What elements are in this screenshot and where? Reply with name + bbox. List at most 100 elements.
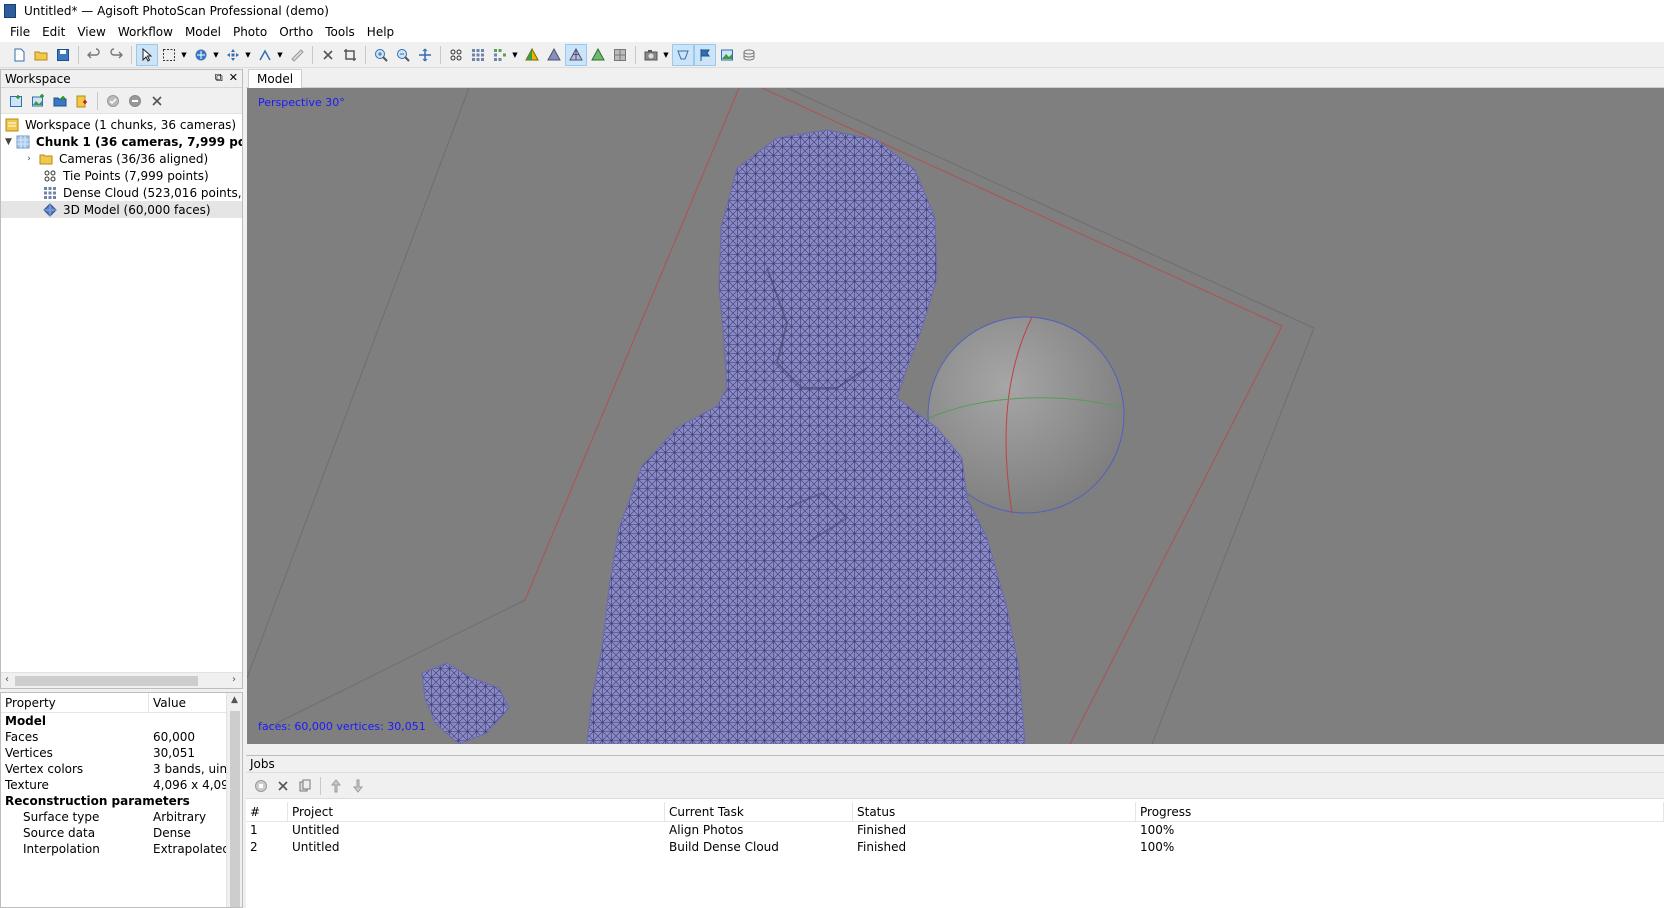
save-icon[interactable] — [52, 44, 74, 66]
menu-ortho[interactable]: Ortho — [273, 22, 319, 42]
tree-item-dense-cloud[interactable]: Dense Cloud (523,016 points, High qualit… — [1, 184, 242, 201]
show-cameras-icon[interactable] — [672, 44, 694, 66]
menu-workflow[interactable]: Workflow — [112, 22, 179, 42]
redo-icon[interactable] — [105, 44, 127, 66]
tree-item-workspace[interactable]: Workspace (1 chunks, 36 cameras) — [1, 116, 242, 133]
fit-view-icon[interactable] — [414, 44, 436, 66]
textured-icon[interactable] — [587, 44, 609, 66]
camera-icon[interactable] — [640, 44, 662, 66]
crop-icon[interactable] — [339, 44, 361, 66]
property-row[interactable]: Texture 4,096 x 4,096, 4 — [1, 777, 242, 793]
chunk-icon — [16, 135, 30, 148]
property-row[interactable]: Faces 60,000 — [1, 729, 242, 745]
move-up-icon[interactable] — [325, 775, 347, 797]
close-icon[interactable]: ✕ — [229, 71, 238, 85]
property-section[interactable]: Model — [1, 713, 242, 729]
add-chunk-icon[interactable] — [5, 90, 27, 112]
column-header-status[interactable]: Status — [853, 802, 1136, 821]
add-marker-icon[interactable] — [71, 90, 93, 112]
menu-help[interactable]: Help — [361, 22, 400, 42]
property-row[interactable]: Surface type Arbitrary — [1, 809, 242, 825]
column-header-progress[interactable]: Progress — [1136, 802, 1664, 821]
draw-icon[interactable] — [254, 44, 276, 66]
enable-icon[interactable] — [102, 90, 124, 112]
scrollbar-thumb[interactable] — [15, 676, 198, 686]
zoom-out-icon[interactable] — [392, 44, 414, 66]
job-row[interactable]: 2 Untitled Build Dense Cloud Finished 100% — [246, 839, 1664, 856]
column-header-project[interactable]: Project — [288, 802, 665, 821]
property-column-header[interactable]: Property — [1, 693, 149, 712]
delete-icon[interactable] — [317, 44, 339, 66]
column-header-number[interactable]: # — [246, 802, 288, 821]
chevron-down-icon[interactable]: ▼ — [511, 44, 519, 66]
tree-item-label: Workspace (1 chunks, 36 cameras) — [25, 117, 237, 132]
menu-tools[interactable]: Tools — [319, 22, 361, 42]
scroll-up-icon[interactable]: ▲ — [231, 695, 238, 705]
property-row[interactable]: Vertices 30,051 — [1, 745, 242, 761]
move-icon[interactable] — [222, 44, 244, 66]
scroll-right-icon[interactable]: › — [232, 674, 236, 685]
select-icon[interactable] — [136, 44, 158, 66]
chevron-down-icon[interactable]: ▼ — [662, 44, 670, 66]
chevron-down-icon[interactable]: ▼ — [276, 44, 284, 66]
points-icon[interactable] — [445, 44, 467, 66]
ruler-icon[interactable] — [286, 44, 308, 66]
menu-view[interactable]: View — [71, 22, 111, 42]
chevron-down-icon[interactable]: ▼ — [244, 44, 252, 66]
move-down-icon[interactable] — [347, 775, 369, 797]
property-row[interactable]: Interpolation Extrapolated — [1, 841, 242, 857]
collapse-arrow-icon[interactable]: ▼ — [5, 137, 12, 147]
property-row[interactable]: Vertex colors 3 bands, uint8 — [1, 761, 242, 777]
job-row[interactable]: 1 Untitled Align Photos Finished 100% — [246, 822, 1664, 839]
value-column-header[interactable]: Value — [149, 693, 186, 712]
tiled-icon[interactable] — [609, 44, 631, 66]
tree-item-label: Dense Cloud (523,016 points, High qualit… — [63, 185, 242, 200]
stop-icon[interactable] — [250, 775, 272, 797]
menu-edit[interactable]: Edit — [36, 22, 71, 42]
property-name: Surface type — [23, 810, 100, 824]
property-row[interactable]: Source data Dense — [1, 825, 242, 841]
add-folder-icon[interactable] — [49, 90, 71, 112]
tree-item-cameras[interactable]: › Cameras (36/36 aligned) — [1, 150, 242, 167]
horizontal-scrollbar[interactable]: ‹ › — [1, 672, 242, 688]
undo-icon[interactable] — [83, 44, 105, 66]
navigation-icon[interactable] — [190, 44, 212, 66]
model-viewport[interactable]: Perspective 30° faces: 60,000 vertices: … — [247, 88, 1664, 744]
dense-cloud-icon[interactable] — [467, 44, 489, 66]
wireframe-icon[interactable] — [565, 44, 587, 66]
batch-icon[interactable] — [294, 775, 316, 797]
property-section[interactable]: Reconstruction parameters — [1, 793, 242, 809]
new-icon[interactable] — [8, 44, 30, 66]
show-markers-icon[interactable] — [694, 44, 716, 66]
menu-file[interactable]: File — [4, 22, 36, 42]
chevron-down-icon[interactable]: ▼ — [180, 44, 188, 66]
3d-model-mesh[interactable] — [421, 129, 1026, 744]
job-project: Untitled — [292, 840, 340, 854]
menu-photo[interactable]: Photo — [227, 22, 273, 42]
remove-icon[interactable] — [146, 90, 168, 112]
add-photos-icon[interactable] — [27, 90, 49, 112]
disable-icon[interactable] — [124, 90, 146, 112]
tree-item-tie-points[interactable]: Tie Points (7,999 points) — [1, 167, 242, 184]
tree-item-3d-model[interactable]: 3D Model (60,000 faces) — [1, 201, 242, 218]
tree-item-chunk[interactable]: ▼ Chunk 1 (36 cameras, 7,999 points) — [1, 133, 242, 150]
rectangle-selection-icon[interactable] — [158, 44, 180, 66]
chevron-down-icon[interactable]: ▼ — [212, 44, 220, 66]
job-progress: 100% — [1140, 840, 1175, 854]
tab-model[interactable]: Model — [248, 69, 303, 88]
open-icon[interactable] — [30, 44, 52, 66]
menu-model[interactable]: Model — [179, 22, 227, 42]
vertical-scrollbar[interactable]: ▲ — [226, 693, 242, 907]
expand-arrow-icon[interactable]: › — [23, 154, 35, 164]
scrollbar-thumb[interactable] — [230, 711, 240, 907]
column-header-task[interactable]: Current Task — [665, 802, 853, 821]
scroll-left-icon[interactable]: ‹ — [5, 674, 9, 685]
show-images-icon[interactable] — [716, 44, 738, 66]
shaded-icon[interactable] — [521, 44, 543, 66]
solid-icon[interactable] — [543, 44, 565, 66]
dense-cloud-classes-icon[interactable] — [489, 44, 511, 66]
cancel-icon[interactable] — [272, 775, 294, 797]
zoom-in-icon[interactable] — [370, 44, 392, 66]
region-icon[interactable] — [738, 44, 760, 66]
undock-icon[interactable]: ⧉ — [215, 71, 223, 85]
